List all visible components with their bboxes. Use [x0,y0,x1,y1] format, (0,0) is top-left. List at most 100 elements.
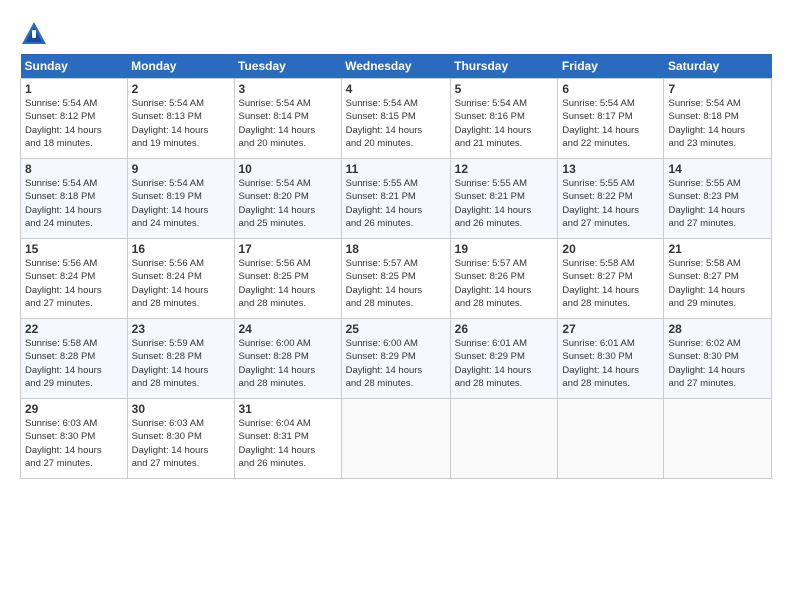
calendar-cell: 27Sunrise: 6:01 AMSunset: 8:30 PMDayligh… [558,319,664,399]
calendar-header-wednesday: Wednesday [341,54,450,79]
calendar-cell: 9Sunrise: 5:54 AMSunset: 8:19 PMDaylight… [127,159,234,239]
calendar-cell: 6Sunrise: 5:54 AMSunset: 8:17 PMDaylight… [558,79,664,159]
logo [20,20,50,48]
day-info: Sunrise: 5:54 AMSunset: 8:18 PMDaylight:… [25,177,123,230]
calendar-cell [450,399,558,479]
calendar-header-thursday: Thursday [450,54,558,79]
day-info: Sunrise: 5:55 AMSunset: 8:21 PMDaylight:… [455,177,554,230]
page: SundayMondayTuesdayWednesdayThursdayFrid… [0,0,792,489]
day-number: 21 [668,242,767,256]
day-info: Sunrise: 5:54 AMSunset: 8:14 PMDaylight:… [239,97,337,150]
day-number: 22 [25,322,123,336]
day-info: Sunrise: 6:00 AMSunset: 8:28 PMDaylight:… [239,337,337,390]
day-number: 12 [455,162,554,176]
day-number: 15 [25,242,123,256]
day-number: 23 [132,322,230,336]
calendar-cell: 12Sunrise: 5:55 AMSunset: 8:21 PMDayligh… [450,159,558,239]
day-number: 8 [25,162,123,176]
day-info: Sunrise: 5:58 AMSunset: 8:27 PMDaylight:… [562,257,659,310]
day-number: 26 [455,322,554,336]
day-info: Sunrise: 5:55 AMSunset: 8:23 PMDaylight:… [668,177,767,230]
day-info: Sunrise: 6:00 AMSunset: 8:29 PMDaylight:… [346,337,446,390]
calendar-cell: 16Sunrise: 5:56 AMSunset: 8:24 PMDayligh… [127,239,234,319]
day-number: 18 [346,242,446,256]
day-number: 5 [455,82,554,96]
day-number: 11 [346,162,446,176]
day-info: Sunrise: 5:54 AMSunset: 8:20 PMDaylight:… [239,177,337,230]
day-number: 7 [668,82,767,96]
day-number: 28 [668,322,767,336]
calendar-header-tuesday: Tuesday [234,54,341,79]
calendar-cell: 3Sunrise: 5:54 AMSunset: 8:14 PMDaylight… [234,79,341,159]
calendar-cell: 25Sunrise: 6:00 AMSunset: 8:29 PMDayligh… [341,319,450,399]
day-number: 31 [239,402,337,416]
day-number: 10 [239,162,337,176]
day-number: 1 [25,82,123,96]
day-info: Sunrise: 6:02 AMSunset: 8:30 PMDaylight:… [668,337,767,390]
day-info: Sunrise: 5:55 AMSunset: 8:22 PMDaylight:… [562,177,659,230]
day-number: 6 [562,82,659,96]
calendar-cell: 10Sunrise: 5:54 AMSunset: 8:20 PMDayligh… [234,159,341,239]
day-info: Sunrise: 5:54 AMSunset: 8:13 PMDaylight:… [132,97,230,150]
day-info: Sunrise: 5:54 AMSunset: 8:17 PMDaylight:… [562,97,659,150]
day-number: 14 [668,162,767,176]
calendar-cell: 11Sunrise: 5:55 AMSunset: 8:21 PMDayligh… [341,159,450,239]
calendar-cell: 2Sunrise: 5:54 AMSunset: 8:13 PMDaylight… [127,79,234,159]
calendar-week-row: 22Sunrise: 5:58 AMSunset: 8:28 PMDayligh… [21,319,772,399]
calendar-week-row: 29Sunrise: 6:03 AMSunset: 8:30 PMDayligh… [21,399,772,479]
calendar-cell: 7Sunrise: 5:54 AMSunset: 8:18 PMDaylight… [664,79,772,159]
day-info: Sunrise: 5:54 AMSunset: 8:15 PMDaylight:… [346,97,446,150]
calendar-header-monday: Monday [127,54,234,79]
calendar-cell [558,399,664,479]
calendar-header-friday: Friday [558,54,664,79]
calendar-cell: 28Sunrise: 6:02 AMSunset: 8:30 PMDayligh… [664,319,772,399]
calendar-cell [664,399,772,479]
logo-icon [20,20,48,48]
calendar-cell: 13Sunrise: 5:55 AMSunset: 8:22 PMDayligh… [558,159,664,239]
day-number: 17 [239,242,337,256]
day-info: Sunrise: 5:56 AMSunset: 8:25 PMDaylight:… [239,257,337,310]
calendar-cell: 18Sunrise: 5:57 AMSunset: 8:25 PMDayligh… [341,239,450,319]
calendar-cell: 4Sunrise: 5:54 AMSunset: 8:15 PMDaylight… [341,79,450,159]
calendar-cell: 1Sunrise: 5:54 AMSunset: 8:12 PMDaylight… [21,79,128,159]
day-info: Sunrise: 5:59 AMSunset: 8:28 PMDaylight:… [132,337,230,390]
day-info: Sunrise: 5:57 AMSunset: 8:26 PMDaylight:… [455,257,554,310]
calendar-table: SundayMondayTuesdayWednesdayThursdayFrid… [20,54,772,479]
day-info: Sunrise: 5:56 AMSunset: 8:24 PMDaylight:… [132,257,230,310]
day-number: 24 [239,322,337,336]
calendar-cell: 17Sunrise: 5:56 AMSunset: 8:25 PMDayligh… [234,239,341,319]
calendar-cell: 5Sunrise: 5:54 AMSunset: 8:16 PMDaylight… [450,79,558,159]
calendar-header-saturday: Saturday [664,54,772,79]
calendar-week-row: 1Sunrise: 5:54 AMSunset: 8:12 PMDaylight… [21,79,772,159]
calendar-cell: 19Sunrise: 5:57 AMSunset: 8:26 PMDayligh… [450,239,558,319]
day-info: Sunrise: 5:58 AMSunset: 8:28 PMDaylight:… [25,337,123,390]
day-info: Sunrise: 5:56 AMSunset: 8:24 PMDaylight:… [25,257,123,310]
day-info: Sunrise: 5:55 AMSunset: 8:21 PMDaylight:… [346,177,446,230]
calendar-cell: 31Sunrise: 6:04 AMSunset: 8:31 PMDayligh… [234,399,341,479]
day-number: 4 [346,82,446,96]
day-info: Sunrise: 5:54 AMSunset: 8:12 PMDaylight:… [25,97,123,150]
day-number: 27 [562,322,659,336]
calendar-cell: 30Sunrise: 6:03 AMSunset: 8:30 PMDayligh… [127,399,234,479]
calendar-header-row: SundayMondayTuesdayWednesdayThursdayFrid… [21,54,772,79]
day-number: 20 [562,242,659,256]
calendar-header-sunday: Sunday [21,54,128,79]
calendar-cell: 24Sunrise: 6:00 AMSunset: 8:28 PMDayligh… [234,319,341,399]
header [20,16,772,48]
calendar-cell: 23Sunrise: 5:59 AMSunset: 8:28 PMDayligh… [127,319,234,399]
day-number: 3 [239,82,337,96]
calendar-cell: 15Sunrise: 5:56 AMSunset: 8:24 PMDayligh… [21,239,128,319]
calendar-cell: 22Sunrise: 5:58 AMSunset: 8:28 PMDayligh… [21,319,128,399]
day-info: Sunrise: 6:04 AMSunset: 8:31 PMDaylight:… [239,417,337,470]
day-number: 9 [132,162,230,176]
day-info: Sunrise: 5:54 AMSunset: 8:16 PMDaylight:… [455,97,554,150]
day-number: 13 [562,162,659,176]
day-number: 30 [132,402,230,416]
day-info: Sunrise: 5:58 AMSunset: 8:27 PMDaylight:… [668,257,767,310]
day-number: 16 [132,242,230,256]
calendar-cell: 26Sunrise: 6:01 AMSunset: 8:29 PMDayligh… [450,319,558,399]
day-info: Sunrise: 5:54 AMSunset: 8:19 PMDaylight:… [132,177,230,230]
day-info: Sunrise: 6:03 AMSunset: 8:30 PMDaylight:… [25,417,123,470]
calendar-cell: 8Sunrise: 5:54 AMSunset: 8:18 PMDaylight… [21,159,128,239]
day-info: Sunrise: 6:01 AMSunset: 8:30 PMDaylight:… [562,337,659,390]
